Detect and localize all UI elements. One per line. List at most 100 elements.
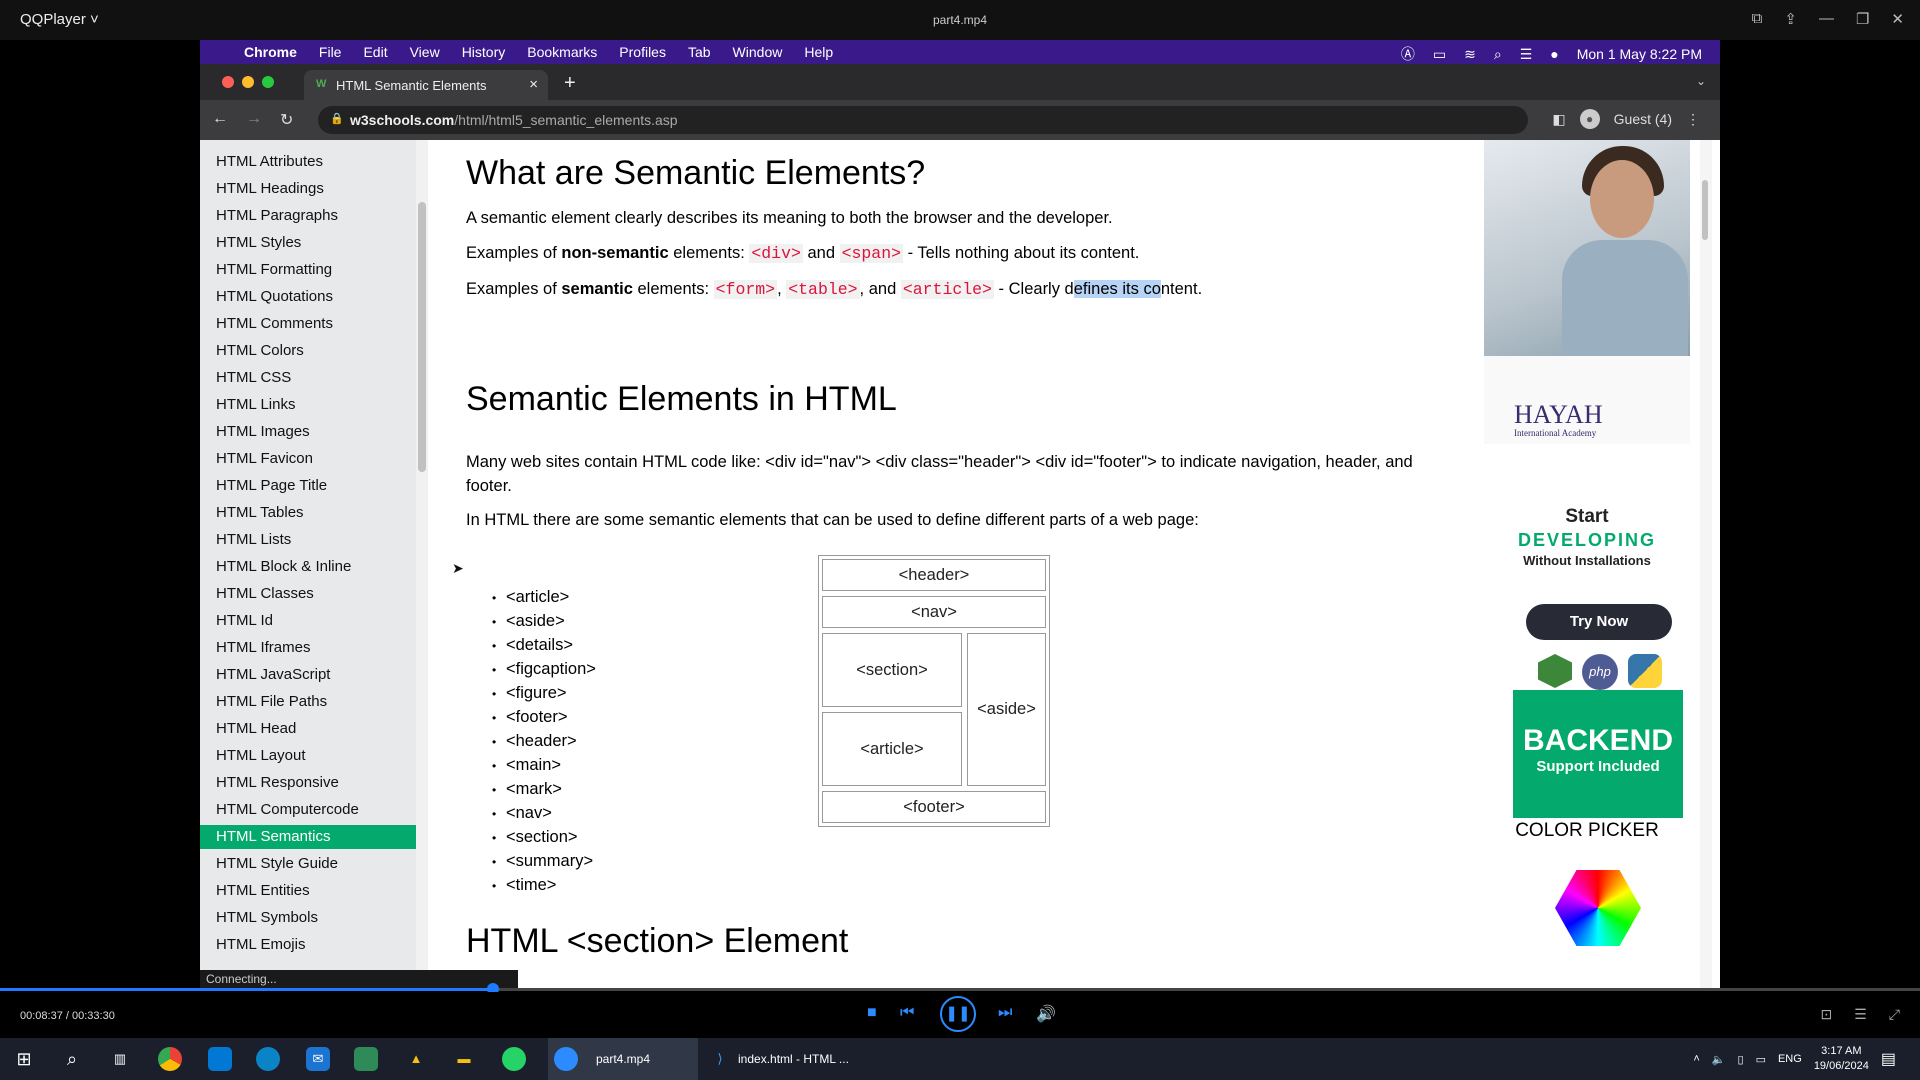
- search-icon[interactable]: ⌕: [1494, 46, 1502, 63]
- sidebar-item[interactable]: HTML Semantics: [216, 826, 330, 848]
- try-now-button[interactable]: Try Now: [1526, 604, 1672, 640]
- sidebar-item[interactable]: HTML JavaScript: [216, 664, 330, 686]
- menu-history[interactable]: History: [462, 44, 506, 60]
- drive-icon[interactable]: ▲: [404, 1047, 428, 1071]
- back-icon[interactable]: ←: [212, 110, 228, 130]
- sidebar-item[interactable]: HTML Styles: [216, 232, 301, 254]
- close-window-dot[interactable]: [222, 76, 234, 88]
- sidebar-item[interactable]: HTML Head: [216, 718, 296, 740]
- sidebar-item[interactable]: HTML Computercode: [216, 799, 359, 821]
- tray-clock[interactable]: 3:17 AM 19/06/2024: [1814, 1044, 1869, 1074]
- speaker-icon[interactable]: 🔈: [1712, 1053, 1726, 1066]
- menu-profiles[interactable]: Profiles: [619, 44, 666, 60]
- menu-file[interactable]: File: [319, 44, 342, 60]
- notifications-icon[interactable]: ▤: [1881, 1049, 1896, 1069]
- wifi-icon[interactable]: ≋: [1464, 46, 1476, 63]
- zoom-window-dot[interactable]: [262, 76, 274, 88]
- chrome-icon[interactable]: [158, 1047, 182, 1071]
- control-center-icon[interactable]: ☰: [1520, 46, 1533, 63]
- page-scrollbar[interactable]: [1700, 140, 1712, 988]
- avatar[interactable]: ●: [1579, 109, 1600, 129]
- profile-label[interactable]: Guest (4): [1614, 111, 1672, 127]
- browser-tab[interactable]: W HTML Semantic Elements ×: [304, 70, 548, 100]
- sidebar-item[interactable]: HTML Style Guide: [216, 853, 338, 875]
- sidebar-scroll-thumb[interactable]: [418, 202, 426, 472]
- sidebar-item[interactable]: HTML Images: [216, 421, 310, 443]
- menu-window[interactable]: Window: [733, 44, 783, 60]
- menu-bookmarks[interactable]: Bookmarks: [527, 44, 597, 60]
- sidebar-item[interactable]: HTML Formatting: [216, 259, 332, 281]
- sidebar-item[interactable]: HTML Paragraphs: [216, 205, 338, 227]
- sidebar-item[interactable]: HTML Emojis: [216, 934, 305, 956]
- pin-icon[interactable]: ⇪: [1784, 10, 1797, 28]
- forward-icon[interactable]: →: [246, 110, 262, 130]
- sidebar-item[interactable]: HTML CSS: [216, 367, 291, 389]
- ad-image-student[interactable]: [1484, 140, 1690, 356]
- screenshot-icon[interactable]: ⊡: [1821, 1006, 1833, 1023]
- task-view-icon[interactable]: ▥: [108, 1047, 132, 1071]
- sidebar-item[interactable]: HTML Iframes: [216, 637, 310, 659]
- new-tab-icon[interactable]: +: [564, 72, 576, 95]
- sidebar-item[interactable]: HTML Quotations: [216, 286, 333, 308]
- sidebar-item[interactable]: HTML Comments: [216, 313, 333, 335]
- network-icon[interactable]: ▭: [1756, 1053, 1766, 1066]
- menu-tab[interactable]: Tab: [688, 44, 711, 60]
- language-indicator[interactable]: ENG: [1778, 1053, 1802, 1065]
- sidebar-item[interactable]: HTML Colors: [216, 340, 304, 362]
- lock-icon[interactable]: 🔒: [330, 112, 344, 125]
- windows-start-icon[interactable]: ⊞: [12, 1047, 36, 1071]
- menu-edit[interactable]: Edit: [363, 44, 387, 60]
- sidebar-item[interactable]: HTML Favicon: [216, 448, 313, 470]
- tray-chevron-icon[interactable]: ˄: [1693, 1053, 1699, 1065]
- pip-icon[interactable]: ⧉: [1752, 10, 1763, 28]
- mail-icon[interactable]: ✉: [306, 1047, 330, 1071]
- edge-icon[interactable]: [256, 1047, 280, 1071]
- sidebar-item[interactable]: HTML Page Title: [216, 475, 327, 497]
- next-icon[interactable]: ⏭: [998, 1004, 1012, 1022]
- more-menu-icon[interactable]: ⋮: [1686, 111, 1700, 128]
- minimize-icon[interactable]: —: [1819, 10, 1834, 28]
- sync-app-icon[interactable]: [354, 1047, 378, 1071]
- menu-view[interactable]: View: [410, 44, 440, 60]
- sidebar-item[interactable]: HTML Links: [216, 394, 295, 416]
- siri-icon[interactable]: ●: [1550, 46, 1558, 62]
- sidebar-item[interactable]: HTML Id: [216, 610, 273, 632]
- store-icon[interactable]: [208, 1047, 232, 1071]
- address-bar[interactable]: 🔒 w3schools.com/html/html5_semantic_elem…: [318, 106, 1528, 134]
- fullscreen-icon[interactable]: ⤢: [1889, 1006, 1900, 1023]
- sidebar-item[interactable]: HTML Symbols: [216, 907, 318, 929]
- menu-chrome[interactable]: Chrome: [244, 44, 297, 60]
- color-picker-icon[interactable]: [1555, 870, 1641, 946]
- minimize-window-dot[interactable]: [242, 76, 254, 88]
- volume-icon[interactable]: 🔊: [1036, 1004, 1056, 1024]
- reload-icon[interactable]: ↻: [280, 110, 293, 130]
- sidebar-item[interactable]: HTML Responsive: [216, 772, 339, 794]
- battery-tray-icon[interactable]: ▯: [1738, 1053, 1744, 1066]
- maximize-icon[interactable]: ❐: [1856, 10, 1869, 28]
- whatsapp-icon[interactable]: [502, 1047, 526, 1071]
- battery-icon[interactable]: ▭: [1433, 46, 1446, 63]
- file-explorer-icon[interactable]: ▬: [452, 1047, 476, 1071]
- close-icon[interactable]: ✕: [1891, 10, 1904, 28]
- video-frame[interactable]: Chrome File Edit View History Bookmarks …: [200, 40, 1720, 988]
- sidebar-item[interactable]: HTML Layout: [216, 745, 305, 767]
- stop-icon[interactable]: ■: [867, 1004, 877, 1022]
- settings-icon[interactable]: ☰: [1854, 1006, 1867, 1023]
- tab-close-icon[interactable]: ×: [529, 76, 538, 93]
- page-scroll-thumb[interactable]: [1702, 180, 1708, 240]
- sidebar-item[interactable]: HTML File Paths: [216, 691, 327, 713]
- sidebar-item[interactable]: HTML Lists: [216, 529, 291, 551]
- pause-button[interactable]: ❚❚: [940, 996, 976, 1032]
- tab-search-icon[interactable]: ⌄: [1696, 74, 1706, 88]
- menu-help[interactable]: Help: [804, 44, 833, 60]
- search-taskbar-icon[interactable]: ⌕: [60, 1047, 84, 1071]
- sidebar-item[interactable]: HTML Entities: [216, 880, 310, 902]
- sidebar-toggle-icon[interactable]: ◧: [1552, 111, 1565, 128]
- sidebar-item[interactable]: HTML Block & Inline: [216, 556, 351, 578]
- input-source-icon[interactable]: Ⓐ: [1401, 44, 1415, 64]
- sidebar-item[interactable]: HTML Tables: [216, 502, 304, 524]
- previous-icon[interactable]: ⏮: [900, 1004, 914, 1022]
- backend-ad-banner[interactable]: BACKEND Support Included: [1513, 690, 1683, 818]
- sidebar-item[interactable]: HTML Classes: [216, 583, 314, 605]
- sidebar-item[interactable]: HTML Attributes: [216, 151, 323, 173]
